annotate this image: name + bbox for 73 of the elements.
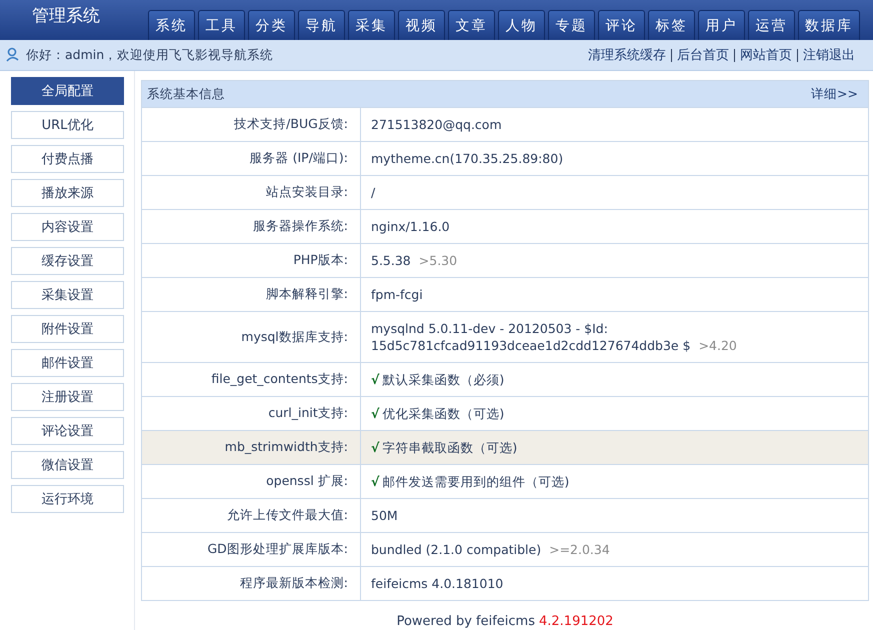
nav-tab[interactable]: 标签 (648, 10, 695, 40)
field-label: file_get_contents支持: (211, 371, 348, 388)
field-value: nginx/1.16.0 (371, 219, 450, 234)
sidebar-item[interactable]: 采集设置 (11, 281, 124, 309)
field-label: GD图形处理扩展库版本: (207, 541, 348, 558)
nav-tab[interactable]: 人物 (498, 10, 545, 40)
nav-tab[interactable]: 采集 (348, 10, 395, 40)
details-link[interactable]: 详细>> (811, 86, 858, 102)
check-mark: √ (371, 474, 380, 489)
field-label: mb_strimwidth支持: (224, 439, 348, 456)
nav-tab[interactable]: 文章 (448, 10, 495, 40)
field-label: PHP版本: (293, 252, 348, 269)
nav-tab[interactable]: 分类 (248, 10, 295, 40)
field-value: bundled (2.1.0 compatible) (371, 542, 542, 557)
sidebar-item[interactable]: 邮件设置 (11, 349, 124, 377)
field-value: 50M (371, 508, 398, 523)
greeting-text: 你好：admin，欢迎使用飞飞影视导航系统 (26, 46, 274, 64)
requirement-hint: >=2.0.34 (549, 542, 610, 557)
header-link[interactable]: 清理系统缓存 (588, 46, 666, 64)
field-label: 程序最新版本检测: (240, 575, 348, 592)
field-label: mysql数据库支持: (241, 328, 348, 346)
check-mark: √ (371, 372, 380, 387)
nav-tab[interactable]: 用户 (698, 10, 745, 40)
sidebar-item[interactable]: 内容设置 (11, 213, 124, 241)
field-value: 字符串截取函数（可选) (382, 440, 518, 455)
field-label: 服务器操作系统: (252, 218, 348, 235)
field-label: 允许上传文件最大值: (226, 507, 348, 524)
header-link[interactable]: 后台首页 (677, 46, 729, 64)
field-value: 5.5.38 (371, 253, 411, 268)
sidebar-item[interactable]: 运行环境 (11, 485, 124, 513)
panel-title: 系统基本信息 (147, 86, 225, 102)
sidebar-item[interactable]: 付费点播 (11, 145, 124, 173)
check-mark: √ (371, 406, 380, 421)
field-label: openssl 扩展: (266, 473, 348, 490)
field-label: curl_init支持: (268, 405, 348, 422)
nav-tab[interactable]: 专题 (548, 10, 595, 40)
field-value: mytheme.cn(170.35.25.89:80) (371, 151, 564, 166)
field-value: feifeicms 4.0.181010 (371, 576, 504, 591)
sidebar-item[interactable]: URL优化 (11, 111, 124, 139)
requirement-hint: >5.30 (418, 253, 458, 268)
sidebar-item[interactable]: 微信设置 (11, 451, 124, 479)
nav-tab[interactable]: 工具 (198, 10, 245, 40)
header-link[interactable]: 注销退出 (803, 46, 855, 64)
requirement-hint: >4.20 (698, 338, 737, 353)
nav-tab[interactable]: 评论 (598, 10, 645, 40)
field-value: / (371, 185, 376, 200)
field-label: 站点安装目录: (266, 184, 348, 201)
nav-tab[interactable]: 数据库 (798, 10, 860, 40)
field-value: 271513820@qq.com (371, 117, 502, 132)
sidebar-item[interactable]: 附件设置 (11, 315, 124, 343)
header-link[interactable]: 网站首页 (740, 46, 792, 64)
nav-tab[interactable]: 导航 (298, 10, 345, 40)
field-value: fpm-fcgi (371, 287, 423, 302)
sidebar-item[interactable]: 评论设置 (11, 417, 124, 445)
version-number: 4.2.191202 (539, 614, 614, 629)
nav-tab[interactable]: 系统 (148, 10, 195, 40)
field-value: 邮件发送需要用到的组件（可选) (382, 474, 570, 489)
sidebar-item[interactable]: 播放来源 (11, 179, 124, 207)
user-icon (6, 47, 20, 63)
check-mark: √ (371, 440, 380, 455)
sidebar-item[interactable]: 全局配置 (11, 77, 124, 105)
field-label: 脚本解释引擎: (266, 286, 348, 303)
app-title: 管理系统 (31, 5, 101, 28)
field-value: 默认采集函数（必须) (382, 372, 504, 387)
field-label: 服务器 (IP/端口): (250, 150, 348, 167)
sidebar-item[interactable]: 注册设置 (11, 383, 124, 411)
sidebar-item[interactable]: 缓存设置 (11, 247, 124, 275)
field-value: mysqlnd 5.0.11-dev - 20120503 - $Id: 15d5c781cfcad91193dceae1d2cdd127674ddb3e $ (371, 321, 691, 353)
nav-tab[interactable]: 运营 (748, 10, 795, 40)
field-value: 优化采集函数（可选) (382, 406, 504, 421)
footer-text: Powered by feifeicms (396, 614, 535, 629)
field-label: 技术支持/BUG反馈: (234, 116, 348, 133)
nav-tab[interactable]: 视频 (398, 10, 445, 40)
